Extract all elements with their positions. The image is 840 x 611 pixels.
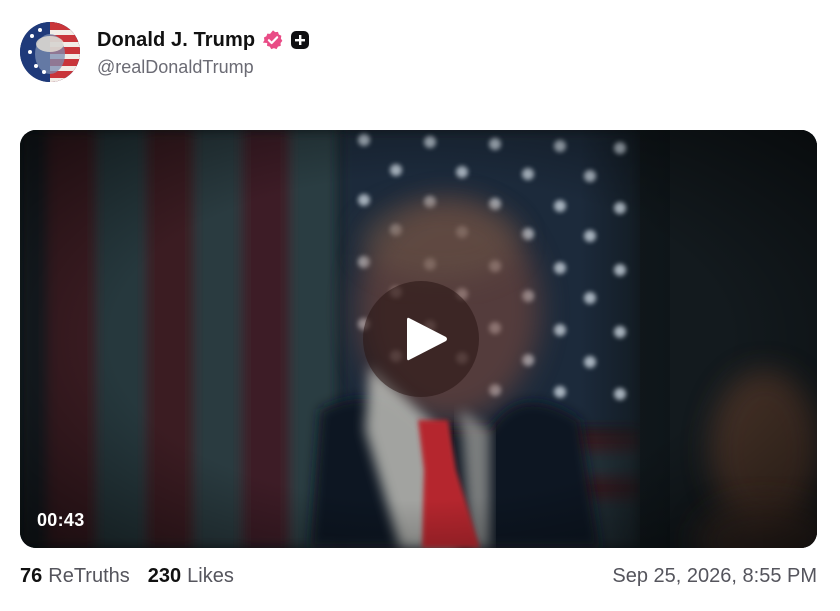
plus-badge-icon (290, 30, 310, 50)
retruths-stat[interactable]: 76 ReTruths (20, 565, 130, 588)
avatar[interactable] (20, 22, 80, 82)
retruths-label: ReTruths (48, 565, 130, 587)
verified-badge-icon (262, 29, 284, 51)
retruths-count: 76 (20, 565, 43, 587)
post-header: Donald J. Trump @realDonaldTrump (20, 20, 310, 84)
flag-portrait-avatar (20, 22, 80, 82)
author-handle[interactable]: @realDonaldTrump (97, 57, 310, 78)
play-icon (407, 317, 447, 361)
video-duration: 00:43 (37, 510, 85, 530)
author-names: Donald J. Trump @realDonaldTrump (97, 26, 310, 78)
display-name[interactable]: Donald J. Trump (97, 29, 255, 52)
likes-label: Likes (187, 565, 234, 587)
post-timestamp[interactable]: Sep 25, 2026, 8:55 PM (612, 565, 817, 588)
video-player[interactable]: 00:43 (20, 130, 817, 548)
post-stats: 76 ReTruths 230 Likes (20, 565, 234, 588)
likes-count: 230 (147, 565, 182, 587)
likes-stat[interactable]: 230 Likes (148, 565, 234, 588)
play-button[interactable] (363, 281, 479, 397)
display-name-row: Donald J. Trump (97, 26, 310, 54)
